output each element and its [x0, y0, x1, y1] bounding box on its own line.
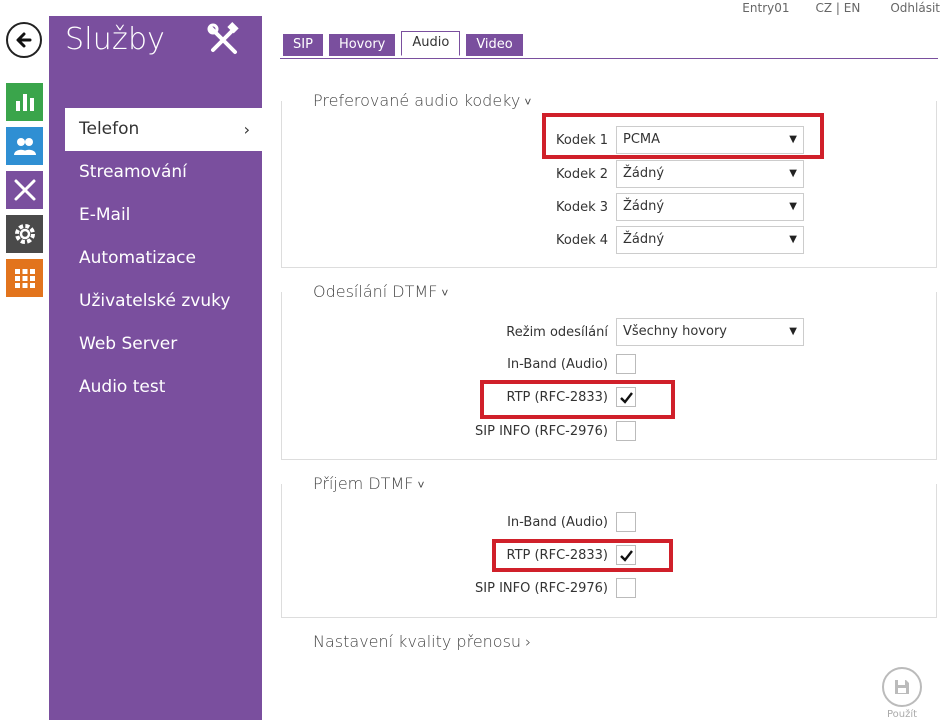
- status-menu-button[interactable]: [6, 83, 43, 121]
- highlight-box: [480, 380, 675, 419]
- dropdown-arrow-icon: ▼: [789, 326, 797, 337]
- tab-bar: SIP Hovory Audio Video: [283, 31, 523, 56]
- codec-3-value: Žádný: [623, 199, 665, 214]
- send-sipinfo-row: SIP INFO (RFC-2976): [440, 421, 636, 441]
- save-label: Použít: [886, 709, 918, 720]
- codec-4-value: Žádný: [623, 232, 665, 247]
- chevron-right-icon: ›: [243, 120, 250, 139]
- sidebar-item-telefon[interactable]: Telefon ›: [65, 108, 262, 151]
- codecs-section-header[interactable]: Preferované audio kodeky ˅: [311, 91, 534, 110]
- logout-link[interactable]: Odhlásit: [890, 1, 940, 15]
- chevron-down-icon: ˅: [524, 95, 532, 109]
- codec-2-select[interactable]: Žádný ▼: [616, 160, 804, 188]
- receive-inband-label: In-Band (Audio): [507, 514, 608, 530]
- quality-section-title: Nastavení kvality přenosu: [313, 632, 522, 651]
- dtmf-mode-row: Režim odesílání Všechny hovory ▼: [440, 318, 804, 346]
- save-button[interactable]: [882, 667, 922, 707]
- dtmf-receive-section-header[interactable]: Příjem DTMF ˅: [311, 474, 427, 493]
- sidebar-item-web-server[interactable]: Web Server: [49, 323, 262, 366]
- send-inband-checkbox[interactable]: [616, 354, 636, 374]
- codec-3-row: Kodek 3 Žádný ▼: [480, 193, 804, 221]
- services-menu-button[interactable]: [6, 171, 43, 209]
- send-sipinfo-checkbox[interactable]: [616, 421, 636, 441]
- dropdown-arrow-icon: ▼: [789, 234, 797, 245]
- top-links: Entry01 CZ | EN Odhlásit: [742, 0, 940, 16]
- device-name: Entry01: [742, 1, 790, 15]
- apps-icon: [14, 269, 35, 288]
- send-sipinfo-label: SIP INFO (RFC-2976): [475, 423, 608, 439]
- sidebar-item-label: Audio test: [79, 377, 166, 397]
- sidebar-title: Služby: [65, 22, 166, 57]
- codec-2-label: Kodek 2: [555, 166, 608, 182]
- highlight-box: [492, 539, 673, 572]
- codec-3-label: Kodek 3: [555, 199, 608, 215]
- sidebar-item-audio-test[interactable]: Audio test: [49, 366, 262, 409]
- chevron-right-icon: ›: [525, 633, 532, 651]
- directory-menu-button[interactable]: [6, 127, 43, 165]
- chevron-down-icon: ˅: [417, 478, 425, 492]
- chevron-down-icon: ˅: [441, 286, 449, 300]
- receive-inband-checkbox[interactable]: [616, 512, 636, 532]
- sidebar-menu: Telefon › Streamování E-Mail Automatizac…: [49, 108, 262, 409]
- codec-2-row: Kodek 2 Žádný ▼: [480, 160, 804, 188]
- settings-icon: [14, 224, 35, 244]
- receive-sipinfo-label: SIP INFO (RFC-2976): [475, 580, 608, 596]
- dropdown-arrow-icon: ▼: [789, 168, 797, 179]
- send-inband-row: In-Band (Audio): [440, 354, 636, 374]
- settings-menu-button[interactable]: [6, 215, 43, 253]
- codec-2-value: Žádný: [623, 166, 665, 181]
- sidebar-item-label: Automatizace: [79, 248, 196, 268]
- sidebar-item-label: Uživatelské zvuky: [79, 291, 231, 311]
- services-sidebar: Služby Telefon › Streamování E-Mail Auto…: [49, 16, 262, 720]
- back-arrow-icon: [16, 32, 32, 48]
- receive-sipinfo-checkbox[interactable]: [616, 578, 636, 598]
- tab-hovory[interactable]: Hovory: [328, 34, 396, 56]
- dtmf-mode-label: Režim odesílání: [506, 324, 608, 340]
- tab-divider: [280, 58, 938, 59]
- users-icon: [13, 138, 36, 155]
- codec-4-label: Kodek 4: [555, 232, 608, 248]
- tools-icon: [207, 22, 239, 54]
- sidebar-item-label: Streamování: [79, 162, 187, 182]
- highlight-box: [542, 113, 824, 159]
- services-icon: [14, 179, 35, 201]
- codec-3-select[interactable]: Žádný ▼: [616, 193, 804, 221]
- sidebar-item-uzivatelske-zvuky[interactable]: Uživatelské zvuky: [49, 280, 262, 323]
- dtmf-receive-section-title: Příjem DTMF: [313, 474, 414, 493]
- tab-video[interactable]: Video: [466, 34, 523, 56]
- dtmf-mode-value: Všechny hovory: [623, 324, 727, 339]
- apps-menu-button[interactable]: [6, 259, 43, 297]
- quality-section-header[interactable]: Nastavení kvality přenosu ›: [311, 632, 534, 651]
- receive-sipinfo-row: SIP INFO (RFC-2976): [440, 578, 636, 598]
- sidebar-item-email[interactable]: E-Mail: [49, 194, 262, 237]
- save-icon: [895, 680, 909, 694]
- sidebar-item-streamovani[interactable]: Streamování: [49, 151, 262, 194]
- tab-audio[interactable]: Audio: [401, 31, 461, 56]
- tab-sip[interactable]: SIP: [283, 34, 323, 56]
- sidebar-item-label: E-Mail: [79, 205, 131, 225]
- send-inband-label: In-Band (Audio): [507, 356, 608, 372]
- dtmf-mode-select[interactable]: Všechny hovory ▼: [616, 318, 804, 346]
- language-switch[interactable]: CZ | EN: [816, 1, 861, 15]
- back-button[interactable]: [6, 22, 42, 58]
- sidebar-item-automatizace[interactable]: Automatizace: [49, 237, 262, 280]
- dtmf-send-section-title: Odesílání DTMF: [313, 282, 438, 301]
- dropdown-arrow-icon: ▼: [789, 201, 797, 212]
- codecs-section-title: Preferované audio kodeky: [313, 91, 521, 110]
- codec-4-select[interactable]: Žádný ▼: [616, 226, 804, 254]
- codec-4-row: Kodek 4 Žádný ▼: [480, 226, 804, 254]
- stats-icon: [15, 94, 34, 111]
- sidebar-item-label: Telefon: [79, 119, 140, 139]
- sidebar-item-label: Web Server: [79, 334, 178, 354]
- receive-inband-row: In-Band (Audio): [440, 512, 636, 532]
- dtmf-send-section-header[interactable]: Odesílání DTMF ˅: [311, 282, 451, 301]
